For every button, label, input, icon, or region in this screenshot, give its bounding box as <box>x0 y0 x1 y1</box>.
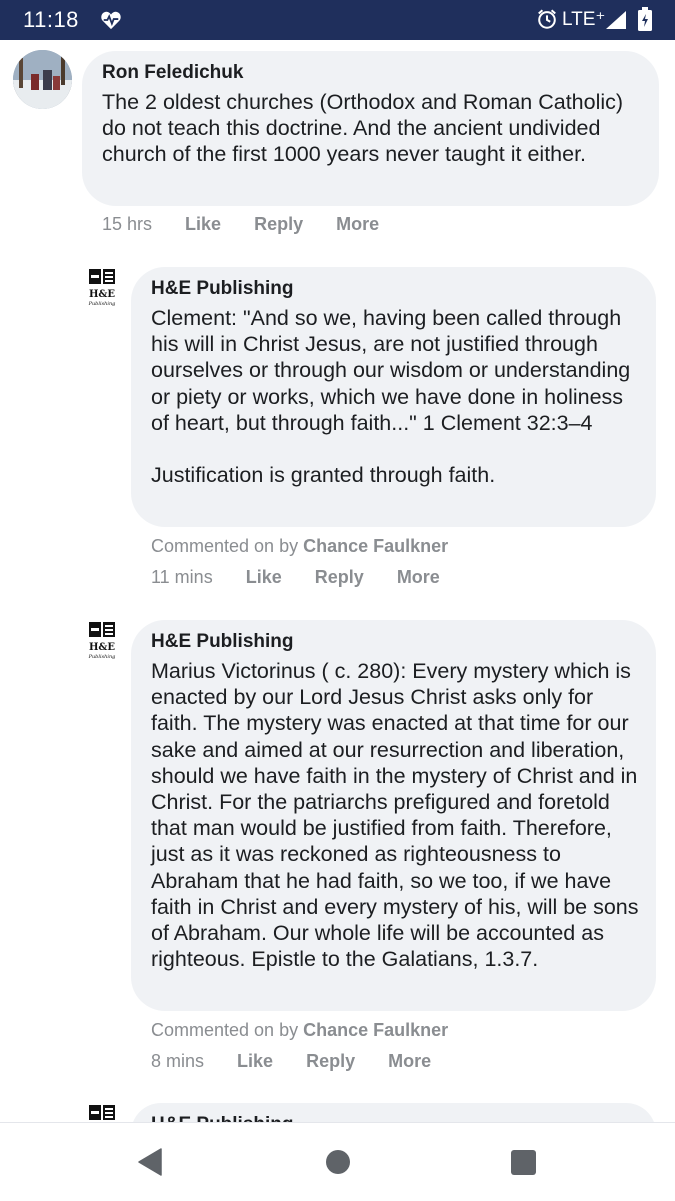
user-photo-icon <box>13 50 72 109</box>
like-button[interactable]: Like <box>246 567 282 587</box>
commented-on-by: Commented on by Chance Faulkner <box>151 536 448 557</box>
comment-meta: 15 hrs Like Reply More <box>102 214 379 235</box>
heart-monitor-icon <box>101 11 121 30</box>
comment-paragraph: Marius Victorinus ( c. 280): Every myste… <box>151 659 639 972</box>
logo-script: Publishing <box>88 654 116 660</box>
comment-paragraph: Clement: "And so we, having been called … <box>151 306 631 435</box>
comment-paragraph: The 2 oldest churches (Orthodox and Roma… <box>102 90 624 167</box>
comment-time[interactable]: 8 mins <box>151 1051 204 1071</box>
recents-icon[interactable] <box>511 1150 536 1175</box>
he-publishing-logo-icon[interactable]: H&E Publishing <box>86 268 120 308</box>
reply-button[interactable]: Reply <box>315 567 364 587</box>
commenter-name-link[interactable]: Chance Faulkner <box>303 536 448 556</box>
he-publishing-logo-icon[interactable]: H&E Publishing <box>86 621 120 661</box>
reply-button[interactable]: Reply <box>254 214 303 234</box>
comment-text: Clement: "And so we, having been called … <box>151 305 641 488</box>
logo-script: Publishing <box>88 301 116 307</box>
comment-text: Marius Victorinus ( c. 280): Every myste… <box>151 658 641 972</box>
comment-meta: 8 mins Like Reply More <box>151 1051 431 1072</box>
commented-on-by-label: Commented on by <box>151 536 299 556</box>
comment-text: The 2 oldest churches (Orthodox and Roma… <box>102 89 647 168</box>
more-button[interactable]: More <box>388 1051 431 1071</box>
comment-author[interactable]: H&E Publishing <box>151 278 294 300</box>
comment-time[interactable]: 11 mins <box>151 567 213 587</box>
signal-icon <box>606 11 626 29</box>
network-type: LTE⁺ <box>562 9 606 30</box>
status-bar: 11:18 LTE⁺ <box>0 0 675 40</box>
back-icon[interactable] <box>137 1148 163 1176</box>
reply-button[interactable]: Reply <box>306 1051 355 1071</box>
navigation-bar <box>0 1122 675 1201</box>
comment-author[interactable]: H&E Publishing <box>151 631 294 653</box>
like-button[interactable]: Like <box>185 214 221 234</box>
comment-time[interactable]: 15 hrs <box>102 214 152 234</box>
home-icon[interactable] <box>326 1150 350 1174</box>
more-button[interactable]: More <box>397 567 440 587</box>
more-button[interactable]: More <box>336 214 379 234</box>
commented-on-by-label: Commented on by <box>151 1020 299 1040</box>
avatar[interactable] <box>13 50 72 109</box>
like-button[interactable]: Like <box>237 1051 273 1071</box>
alarm-icon <box>538 9 556 29</box>
comment-author[interactable]: Ron Feledichuk <box>102 62 243 84</box>
comment-meta: 11 mins Like Reply More <box>151 567 440 588</box>
status-time: 11:18 <box>23 7 79 32</box>
battery-icon <box>638 7 652 31</box>
comment-paragraph: Justification is granted through faith. <box>151 463 496 488</box>
commenter-name-link[interactable]: Chance Faulkner <box>303 1020 448 1040</box>
logo-initials: H&E <box>89 289 115 300</box>
logo-initials: H&E <box>89 642 115 653</box>
commented-on-by: Commented on by Chance Faulkner <box>151 1020 448 1041</box>
